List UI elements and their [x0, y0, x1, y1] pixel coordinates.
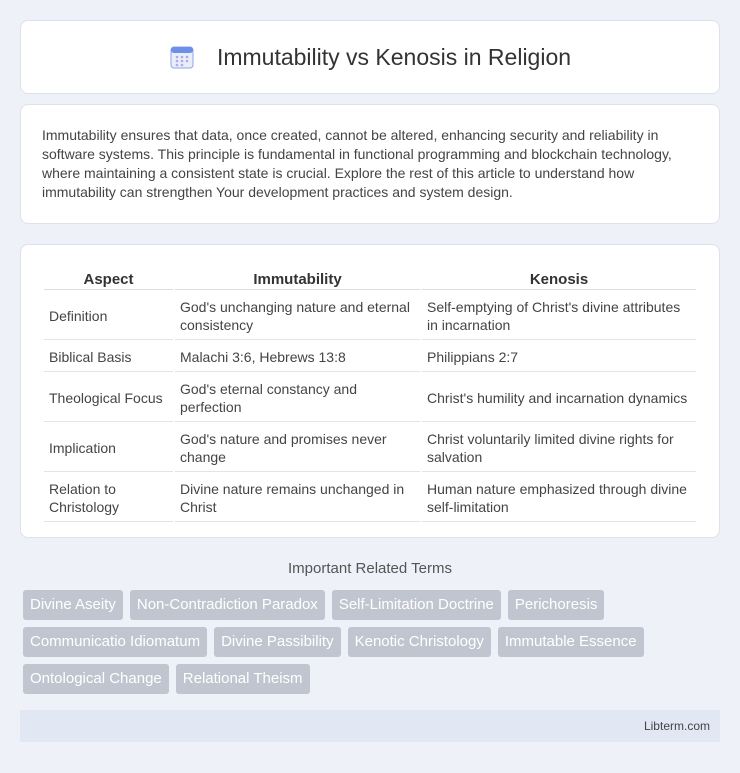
cell-aspect: Biblical Basis: [44, 342, 173, 372]
table-row: Relation to Christology Divine nature re…: [44, 474, 696, 522]
column-header-kenosis: Kenosis: [422, 269, 696, 290]
term-tag[interactable]: Self-Limitation Doctrine: [331, 590, 501, 620]
cell-immutability: God's eternal constancy and perfection: [175, 374, 420, 422]
cell-kenosis: Self-emptying of Christ's divine attribu…: [422, 292, 696, 340]
table-row: Theological Focus God's eternal constanc…: [44, 374, 696, 422]
header-card: Immutability vs Kenosis in Religion: [20, 20, 720, 94]
cell-immutability: Malachi 3:6, Hebrews 13:8: [175, 342, 420, 372]
footer: Libterm.com: [20, 710, 720, 742]
calendar-icon: [170, 46, 194, 69]
table-row: Implication God's nature and promises ne…: [44, 424, 696, 472]
comparison-table: Aspect Immutability Kenosis Definition G…: [42, 267, 698, 524]
term-tag[interactable]: Perichoresis: [507, 590, 605, 620]
table-row: Definition God's unchanging nature and e…: [44, 292, 696, 340]
cell-aspect: Implication: [44, 424, 173, 472]
term-tag[interactable]: Communicatio Idiomatum: [23, 627, 208, 657]
cell-kenosis: Human nature emphasized through divine s…: [422, 474, 696, 522]
intro-card: Immutability ensures that data, once cre…: [20, 104, 720, 224]
term-tag[interactable]: Non-Contradiction Paradox: [129, 590, 325, 620]
comparison-card: Aspect Immutability Kenosis Definition G…: [20, 244, 720, 538]
page-title: Immutability vs Kenosis in Religion: [216, 43, 572, 70]
cell-aspect: Definition: [44, 292, 173, 340]
cell-kenosis: Christ's humility and incarnation dynami…: [422, 374, 696, 422]
term-tag[interactable]: Relational Theism: [175, 664, 310, 694]
term-tag[interactable]: Immutable Essence: [497, 627, 644, 657]
table-row: Biblical Basis Malachi 3:6, Hebrews 13:8…: [44, 342, 696, 372]
table-header-row: Aspect Immutability Kenosis: [44, 269, 696, 290]
cell-immutability: God's nature and promises never change: [175, 424, 420, 472]
cell-immutability: God's unchanging nature and eternal cons…: [175, 292, 420, 340]
term-tag[interactable]: Divine Passibility: [214, 627, 341, 657]
term-tag[interactable]: Divine Aseity: [23, 590, 123, 620]
term-tag[interactable]: Kenotic Christology: [347, 627, 491, 657]
cell-kenosis: Philippians 2:7: [422, 342, 696, 372]
column-header-aspect: Aspect: [44, 269, 173, 290]
footer-site-link[interactable]: Libterm.com: [644, 719, 710, 733]
cell-aspect: Theological Focus: [44, 374, 173, 422]
cell-immutability: Divine nature remains unchanged in Chris…: [175, 474, 420, 522]
column-header-immutability: Immutability: [175, 269, 420, 290]
related-terms-list: Divine Aseity Non-Contradiction Paradox …: [23, 590, 723, 694]
cell-aspect: Relation to Christology: [44, 474, 173, 522]
related-terms-title: Important Related Terms: [288, 560, 452, 577]
cell-kenosis: Christ voluntarily limited divine rights…: [422, 424, 696, 472]
term-tag[interactable]: Ontological Change: [23, 664, 169, 694]
intro-text: Immutability ensures that data, once cre…: [42, 127, 672, 200]
